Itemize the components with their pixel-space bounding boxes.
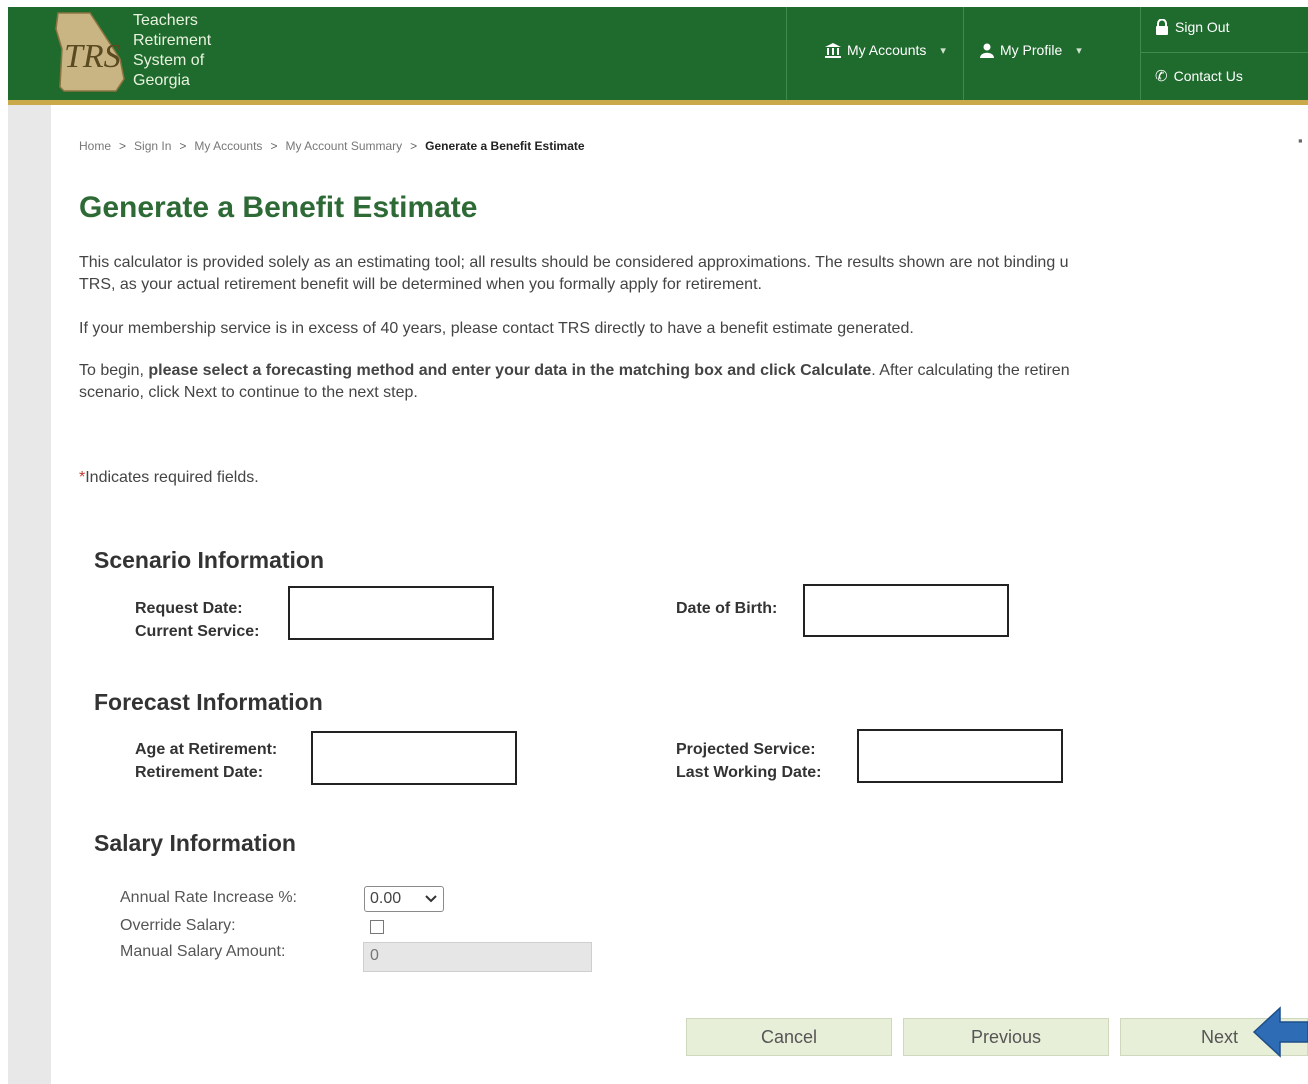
intro-line: TRS, as your actual retirement benefit w… bbox=[79, 276, 762, 293]
instructions-line: scenario, click Next to continue to the … bbox=[79, 384, 418, 401]
nav-contact-us[interactable]: ✆ Contact Us bbox=[1155, 67, 1243, 85]
org-name-line: System of bbox=[133, 52, 205, 69]
redacted-projected-service-value bbox=[857, 729, 1063, 783]
date-of-birth-label: Date of Birth: bbox=[676, 600, 778, 617]
cancel-button[interactable]: Cancel bbox=[686, 1018, 892, 1056]
annual-rate-value: 0.00 bbox=[370, 890, 402, 907]
redacted-date-of-birth-value bbox=[803, 584, 1009, 637]
user-icon bbox=[980, 43, 994, 58]
chevron-down-icon: ▾ bbox=[940, 44, 946, 57]
nav-my-profile[interactable]: My Profile ▾ bbox=[980, 42, 1082, 58]
current-service-label: Current Service: bbox=[135, 623, 260, 640]
nav-my-accounts[interactable]: My Accounts ▾ bbox=[825, 42, 946, 58]
page-title: Generate a Benefit Estimate bbox=[79, 191, 478, 224]
breadcrumb: Home > Sign In > My Accounts > My Account Summ… bbox=[79, 139, 585, 153]
nav-sign-out[interactable]: Sign Out bbox=[1155, 19, 1229, 35]
breadcrumb-separator: > bbox=[270, 139, 278, 153]
previous-button[interactable]: Previous bbox=[903, 1018, 1109, 1056]
bank-icon bbox=[825, 42, 841, 58]
breadcrumb-current: Generate a Benefit Estimate bbox=[425, 139, 585, 153]
required-fields-note: *Indicates required fields. bbox=[79, 469, 259, 487]
nav-contact-us-label: Contact Us bbox=[1173, 68, 1243, 84]
breadcrumb-separator: > bbox=[410, 139, 418, 153]
forecast-right-labels: Projected Service: Last Working Date: bbox=[676, 738, 822, 784]
redacted-age-at-retirement-value bbox=[311, 731, 517, 785]
instructions-suffix: . After calculating the retiren bbox=[871, 362, 1070, 379]
header-accent-strip bbox=[8, 100, 1308, 105]
chevron-down-icon bbox=[425, 895, 437, 903]
chevron-down-icon: ▾ bbox=[1076, 44, 1082, 57]
instructions-line: To begin, please select a forecasting me… bbox=[79, 360, 1308, 382]
instructions-emphasis: please select a forecasting method and e… bbox=[148, 362, 872, 379]
nav-my-accounts-label: My Accounts bbox=[847, 42, 927, 58]
instructions-text: To begin, please select a forecasting me… bbox=[79, 360, 1308, 404]
annual-rate-select[interactable]: 0.00 bbox=[364, 886, 444, 912]
org-name-line: Teachers bbox=[133, 12, 198, 29]
override-salary-checkbox[interactable] bbox=[370, 920, 384, 934]
section-title-forecast: Forecast Information bbox=[94, 689, 323, 715]
breadcrumb-separator: > bbox=[119, 139, 127, 153]
last-working-date-label: Last Working Date: bbox=[676, 764, 822, 781]
nav-divider bbox=[1140, 7, 1141, 100]
nav-my-profile-label: My Profile bbox=[1000, 42, 1063, 58]
forecast-left-labels: Age at Retirement: Retirement Date: bbox=[135, 738, 277, 784]
request-date-label: Request Date: bbox=[135, 600, 243, 617]
nav-divider-horizontal bbox=[1140, 52, 1308, 53]
breadcrumb-sign-in[interactable]: Sign In bbox=[134, 139, 171, 153]
manual-salary-label: Manual Salary Amount: bbox=[120, 943, 286, 960]
nav-divider bbox=[963, 7, 964, 100]
section-title-salary: Salary Information bbox=[94, 830, 296, 856]
org-name: Teachers Retirement System of Georgia bbox=[133, 11, 303, 91]
nav-divider bbox=[786, 7, 787, 100]
intro-text: This calculator is provided solely as an… bbox=[79, 252, 1308, 296]
intro-line: This calculator is provided solely as an… bbox=[79, 254, 1069, 271]
breadcrumb-separator: > bbox=[179, 139, 187, 153]
lock-icon bbox=[1156, 19, 1168, 35]
section-title-scenario: Scenario Information bbox=[94, 547, 325, 573]
logo-text: TRS bbox=[64, 38, 121, 75]
scenario-left-labels: Request Date: Current Service: bbox=[135, 597, 260, 643]
left-gutter bbox=[8, 105, 51, 1084]
org-name-line: Georgia bbox=[133, 72, 190, 89]
nav-sign-out-label: Sign Out bbox=[1175, 19, 1230, 35]
required-note-text: Indicates required fields. bbox=[85, 469, 259, 486]
trs-logo[interactable]: TRS bbox=[50, 9, 130, 93]
print-icon[interactable]: ▪ bbox=[1298, 133, 1303, 148]
instructions-prefix: To begin, bbox=[79, 362, 149, 379]
breadcrumb-my-accounts[interactable]: My Accounts bbox=[194, 139, 262, 153]
retirement-date-label: Retirement Date: bbox=[135, 764, 264, 781]
age-at-retirement-label: Age at Retirement: bbox=[135, 741, 278, 758]
projected-service-label: Projected Service: bbox=[676, 741, 816, 758]
breadcrumb-account-summary[interactable]: My Account Summary bbox=[285, 139, 402, 153]
service-note: If your membership service is in excess … bbox=[79, 320, 914, 337]
override-salary-label: Override Salary: bbox=[120, 917, 236, 934]
left-arrow-icon bbox=[1252, 1006, 1308, 1058]
georgia-map-icon: TRS bbox=[55, 12, 125, 92]
manual-salary-input[interactable]: 0 bbox=[363, 942, 592, 972]
redacted-request-date-value bbox=[288, 586, 494, 640]
breadcrumb-home[interactable]: Home bbox=[79, 139, 111, 153]
org-name-line: Retirement bbox=[133, 32, 212, 49]
phone-icon: ✆ bbox=[1155, 68, 1168, 85]
annual-rate-label: Annual Rate Increase %: bbox=[120, 889, 297, 906]
